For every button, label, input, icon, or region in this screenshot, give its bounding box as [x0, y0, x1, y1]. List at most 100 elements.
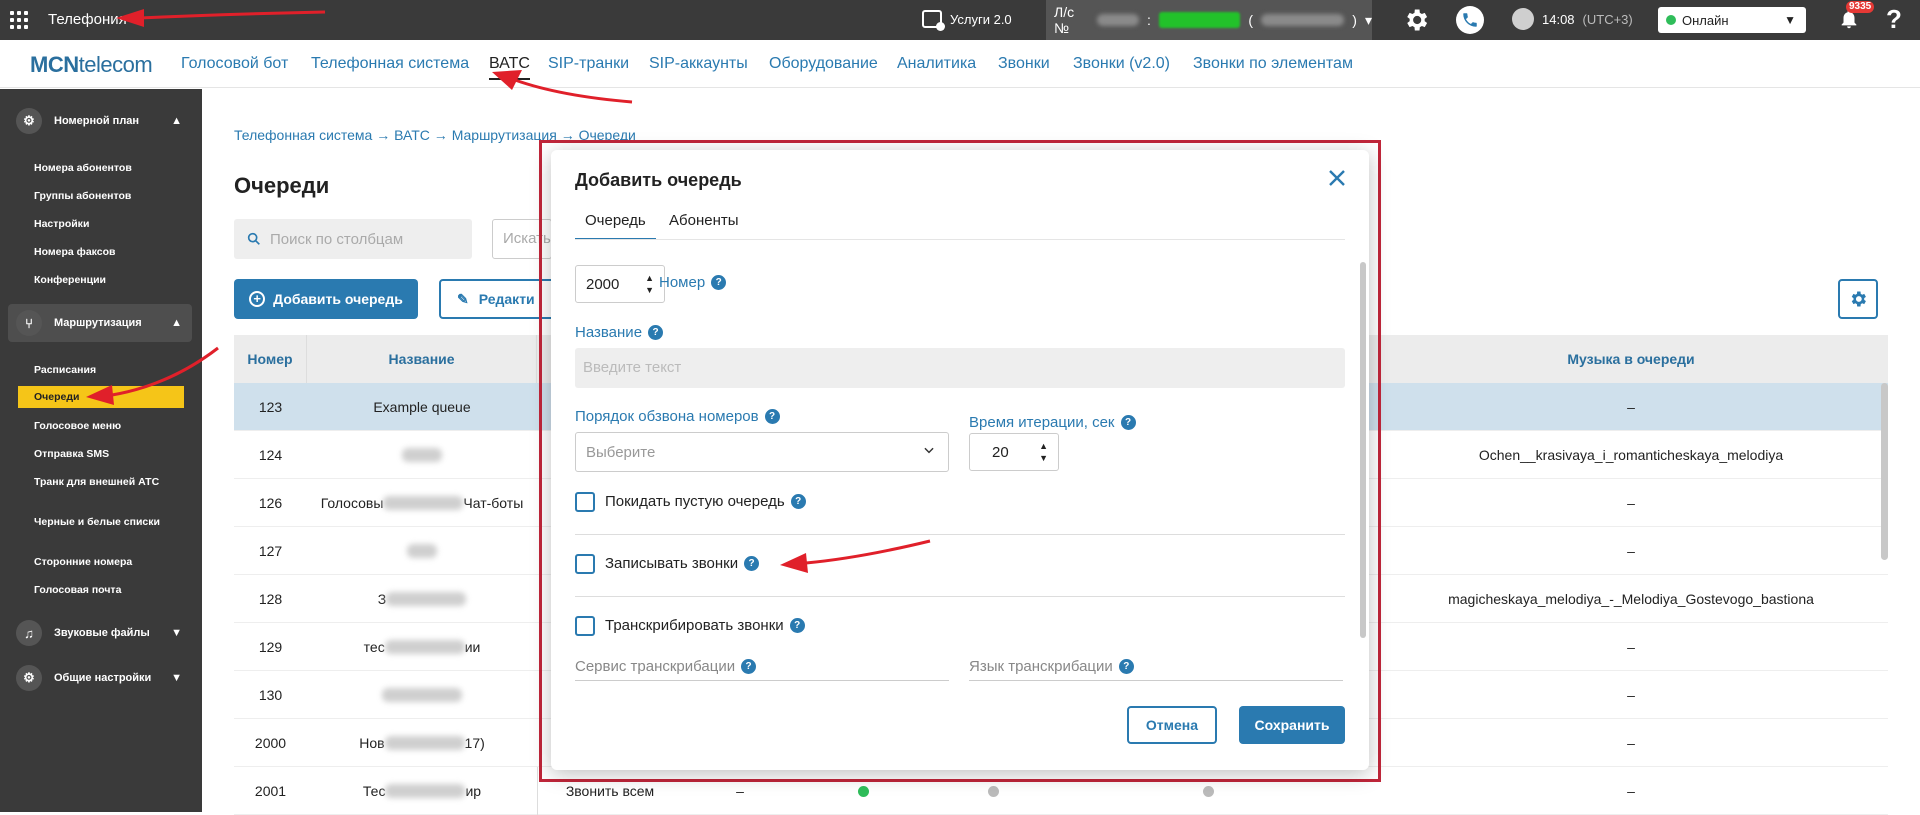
plus-icon: + [249, 291, 266, 307]
record-calls-label: Записывать звонки? [605, 555, 760, 572]
nav-calls-by-element[interactable]: Звонки по элементам [1193, 55, 1353, 73]
breadcrumb-vats[interactable]: ВАТС [394, 127, 430, 143]
nav-equipment[interactable]: Оборудование [769, 55, 878, 73]
breadcrumb-phone-system[interactable]: Телефонная система [234, 127, 372, 143]
help-icon[interactable]: ? [789, 618, 805, 633]
iteration-time-input[interactable]: 20 ▲ ▼ [969, 433, 1059, 471]
sidebar-item-settings[interactable]: Настройки [34, 218, 184, 230]
sidebar-item-queues[interactable]: Очереди [18, 386, 184, 408]
nav-vats[interactable]: ВАТС [489, 55, 530, 80]
table-scrollbar[interactable] [1881, 383, 1888, 560]
redacted-text [402, 448, 442, 462]
help-icon[interactable]: ? [1886, 4, 1902, 35]
tab-queue[interactable]: Очередь [575, 212, 656, 240]
status-dot-green [857, 785, 869, 797]
account-separator: : [1146, 12, 1151, 28]
services-button[interactable]: Услуги 2.0 [922, 10, 1012, 31]
leave-empty-label: Покидать пустую очередь? [605, 493, 806, 510]
help-icon[interactable]: ? [711, 275, 727, 290]
column-header-number[interactable]: Номер [234, 335, 307, 383]
sidebar-group-sound-files[interactable]: ♫ Звуковые файлы ▼ [8, 614, 192, 652]
close-icon[interactable] [1325, 166, 1349, 190]
add-queue-button[interactable]: + Добавить очередь [234, 279, 418, 319]
gear-icon: ⚙ [16, 665, 42, 691]
nav-sip-trunks[interactable]: SIP-транки [548, 55, 629, 73]
sidebar-item-conferences[interactable]: Конференции [34, 274, 184, 286]
routing-icon: ⑂ [16, 310, 42, 336]
services-label: Услуги 2.0 [950, 11, 1012, 27]
sidebar-item-subscriber-numbers[interactable]: Номера абонентов [34, 162, 184, 174]
status-select[interactable]: Онлайн ▼ [1658, 7, 1806, 33]
queue-number-input[interactable]: 2000 ▲ ▼ [575, 265, 665, 303]
sidebar-item-black-white-lists[interactable]: Черные и белые списки [34, 516, 184, 528]
sidebar: ⚙ Номерной план ▲ Номера абонентов Групп… [0, 89, 202, 812]
column-header-music[interactable]: Музыка в очереди [1374, 335, 1888, 383]
app-title[interactable]: Телефония [48, 11, 127, 28]
sidebar-item-voice-menu[interactable]: Голосовое меню [34, 420, 184, 432]
redacted-text [382, 688, 462, 702]
sidebar-group-number-plan[interactable]: ⚙ Номерной план ▲ [8, 102, 192, 140]
redacted-text [386, 592, 467, 606]
nav-calls-v2[interactable]: Звонки (v2.0) [1073, 55, 1170, 73]
gear-icon: ⚙ [16, 108, 42, 134]
nav-analytics[interactable]: Аналитика [897, 55, 976, 73]
dial-order-label: Порядок обзвона номеров? [575, 408, 780, 425]
notifications-badge: 9335 [1846, 1, 1875, 13]
spinner-arrows-icon[interactable]: ▲ ▼ [645, 272, 654, 296]
page-title: Очереди [234, 173, 330, 198]
transcribe-calls-label: Транскрибировать звонки? [605, 617, 805, 634]
transcription-service-field[interactable] [575, 680, 949, 681]
apps-grid-icon[interactable] [10, 11, 28, 29]
nav-phone-system[interactable]: Телефонная система [311, 55, 469, 73]
dialog-title: Добавить очередь [575, 170, 742, 190]
dialog-scrollbar[interactable] [1360, 262, 1366, 638]
iteration-time-label: Время итерации, сек? [969, 414, 1136, 431]
spinner-arrows-icon[interactable]: ▲ ▼ [1039, 440, 1048, 464]
sidebar-group-routing[interactable]: ⑂ Маршрутизация ▲ [8, 304, 192, 342]
search-input[interactable]: Поиск по столбцам [234, 219, 472, 259]
queue-name-input[interactable]: Введите текст [575, 348, 1345, 388]
sidebar-item-voicemail[interactable]: Голосовая почта [34, 584, 184, 596]
cancel-button[interactable]: Отмена [1127, 706, 1217, 744]
chevron-down-icon: ▼ [171, 672, 182, 684]
user-menu[interactable]: 14:08 (UTC+3) [1512, 8, 1633, 30]
help-icon[interactable]: ? [790, 494, 806, 509]
nav-sip-accounts[interactable]: SIP-аккаунты [649, 55, 748, 73]
help-icon[interactable]: ? [648, 325, 664, 340]
status-dot [1666, 15, 1676, 25]
transcription-language-field[interactable] [969, 680, 1343, 681]
status-dot-grey [1202, 785, 1214, 797]
account-selector[interactable]: Л/с № : ( ) ▾ [1046, 0, 1372, 40]
dial-order-select[interactable]: Выберите [575, 432, 949, 472]
clock-timezone: (UTC+3) [1582, 11, 1633, 27]
chevron-down-icon: ▾ [1364, 11, 1372, 28]
record-calls-checkbox[interactable] [575, 554, 595, 574]
sidebar-group-general-settings[interactable]: ⚙ Общие настройки ▼ [8, 659, 192, 697]
help-icon[interactable]: ? [1120, 415, 1136, 430]
transcribe-calls-checkbox[interactable] [575, 616, 595, 636]
phone-button[interactable] [1456, 6, 1484, 34]
sidebar-item-fax-numbers[interactable]: Номера факсов [34, 246, 184, 258]
sidebar-item-schedules[interactable]: Расписания [34, 364, 184, 376]
nav-calls[interactable]: Звонки [998, 55, 1050, 73]
save-button[interactable]: Сохранить [1239, 706, 1345, 744]
help-icon[interactable]: ? [764, 409, 780, 424]
sidebar-item-sms[interactable]: Отправка SMS [34, 448, 184, 460]
help-icon[interactable]: ? [1118, 659, 1134, 674]
tab-subscribers[interactable]: Абоненты [659, 212, 749, 240]
column-header-name[interactable]: Название [307, 335, 537, 383]
gear-icon[interactable] [1402, 6, 1430, 34]
sidebar-item-third-party-numbers[interactable]: Сторонние номера [34, 556, 184, 568]
account-prefix: Л/с № [1054, 4, 1075, 36]
sidebar-item-external-trunk[interactable]: Транк для внешней АТС [34, 476, 184, 488]
chevron-up-icon: ▲ [171, 115, 182, 127]
table-settings-button[interactable] [1838, 279, 1878, 319]
help-icon[interactable]: ? [741, 659, 757, 674]
divider [575, 596, 1345, 597]
logo[interactable]: MCNtelecom [30, 52, 153, 78]
sidebar-item-subscriber-groups[interactable]: Группы абонентов [34, 190, 184, 202]
leave-empty-checkbox[interactable] [575, 492, 595, 512]
nav-voice-bot[interactable]: Голосовой бот [181, 55, 288, 73]
help-icon[interactable]: ? [744, 556, 760, 571]
status-label: Онлайн [1682, 12, 1729, 28]
